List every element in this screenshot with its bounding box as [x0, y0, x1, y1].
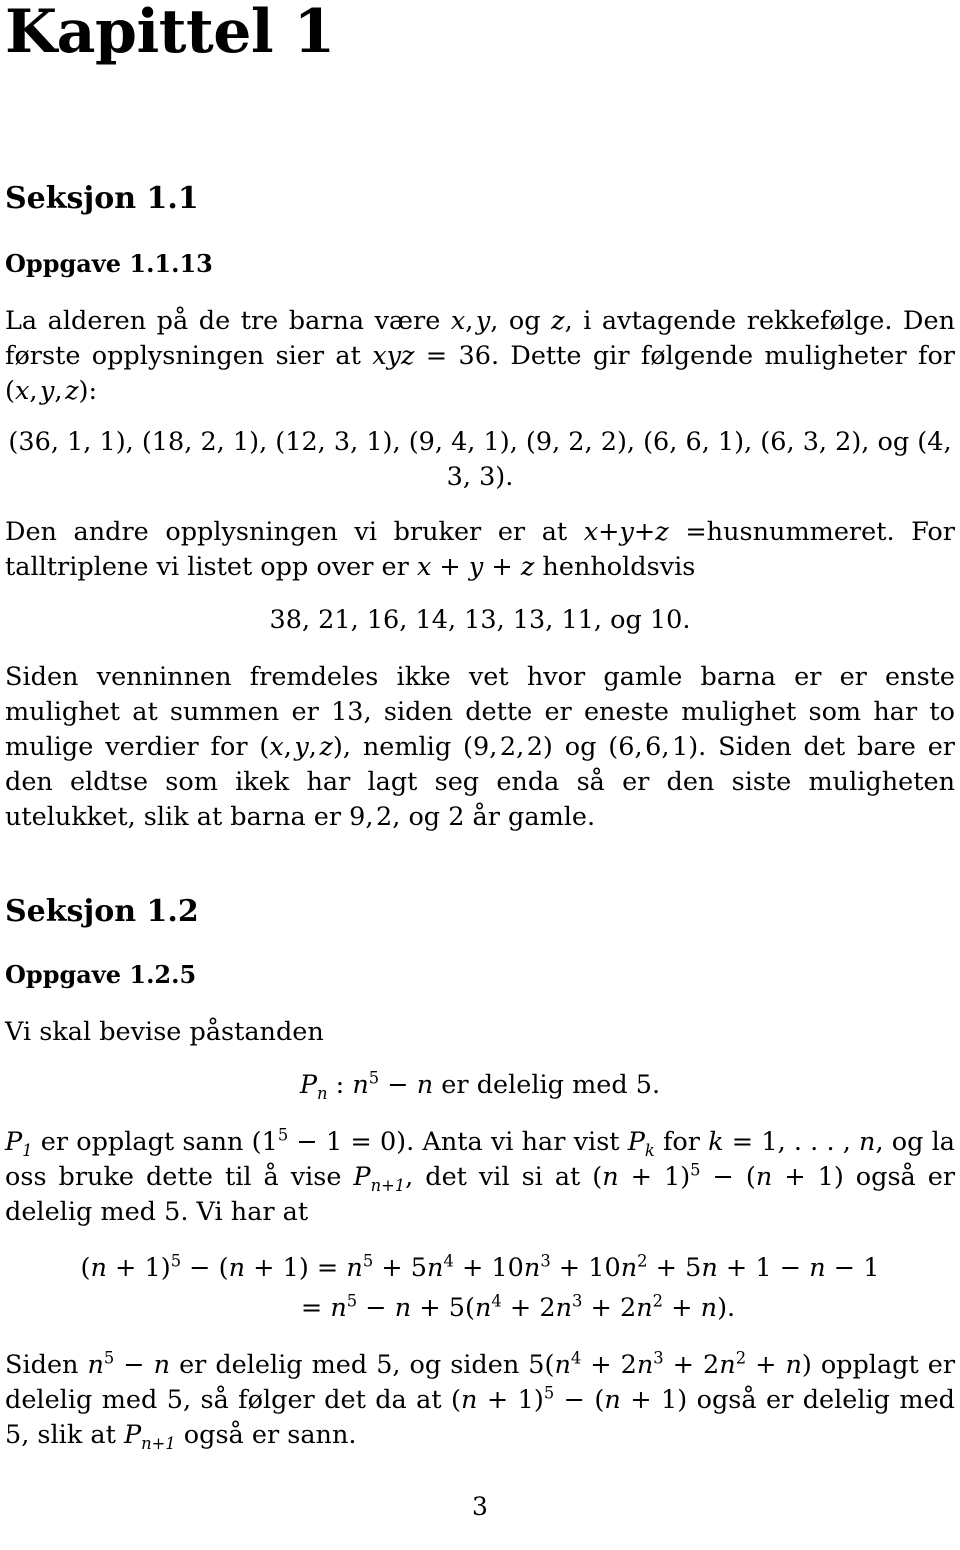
- paragraph-claim-intro: Vi skal bevise påstanden: [5, 1015, 955, 1050]
- page-content: Kapittel 1 Seksjon 1.1 Oppgave 1.1.13 La…: [5, 0, 955, 1453]
- paragraph-house-number: Den andre opplysningen vi bruker er at x…: [5, 515, 955, 585]
- text-line: Vi skal bevise påstanden: [5, 1017, 324, 1047]
- exercise-heading-1-2-5: Oppgave 1.2.5: [5, 960, 197, 989]
- text-line: Siden venninnen fremdeles ikke vet hvor …: [5, 662, 955, 832]
- text-line: La alderen på de tre barna være x, y, og…: [5, 306, 955, 406]
- equation-line-2: = n5 − n + 5(n4 + 2n3 + 2n2 + n).: [5, 1288, 955, 1328]
- exercise-heading-1-1-13: Oppgave 1.1.13: [5, 249, 213, 278]
- math-expression: (n + 1)5 − (n + 1) = n5 + 5n4 + 10n3 + 1…: [80, 1251, 880, 1283]
- text-line: Den andre opplysningen vi bruker er at x…: [5, 517, 955, 582]
- section-heading-1-1: Seksjon 1.1: [5, 181, 199, 216]
- paragraph-ages-setup: La alderen på de tre barna være x, y, og…: [5, 304, 955, 409]
- section-heading-1-2: Seksjon 1.2: [5, 894, 199, 929]
- display-claim: Pn : n5 − n er delelig med 5.: [5, 1068, 955, 1103]
- paragraph-induction-setup: P1 er opplagt sann (15 − 1 = 0). Anta vi…: [5, 1125, 955, 1230]
- display-triples: (36, 1, 1), (18, 2, 1), (12, 3, 1), (9, …: [8, 427, 952, 492]
- display-sums: 38, 21, 16, 14, 13, 13, 11, og 10.: [269, 605, 691, 635]
- text-line: P1 er opplagt sann (15 − 1 = 0). Anta vi…: [5, 1125, 956, 1227]
- display-equation-block: (n + 1)5 − (n + 1) = n5 + 5n4 + 10n3 + 1…: [5, 1248, 955, 1328]
- text-line: Siden n5 − n er delelig med 5, og siden …: [5, 1348, 956, 1454]
- math-claim: Pn : n5 − n er delelig med 5.: [299, 1068, 661, 1104]
- equation-line-1: (n + 1)5 − (n + 1) = n5 + 5n4 + 10n3 + 1…: [5, 1248, 955, 1288]
- document-page: Kapittel 1 Seksjon 1.1 Oppgave 1.1.13 La…: [0, 0, 960, 1550]
- paragraph-conclusion-ages: Siden venninnen fremdeles ikke vet hvor …: [5, 660, 955, 835]
- paragraph-induction-conclusion: Siden n5 − n er delelig med 5, og siden …: [5, 1348, 955, 1453]
- page-number: 3: [472, 1492, 488, 1521]
- chapter-title: Kapittel 1: [5, 0, 335, 67]
- math-expression: = n5 − n + 5(n4 + 2n3 + 2n2 + n).: [300, 1291, 736, 1323]
